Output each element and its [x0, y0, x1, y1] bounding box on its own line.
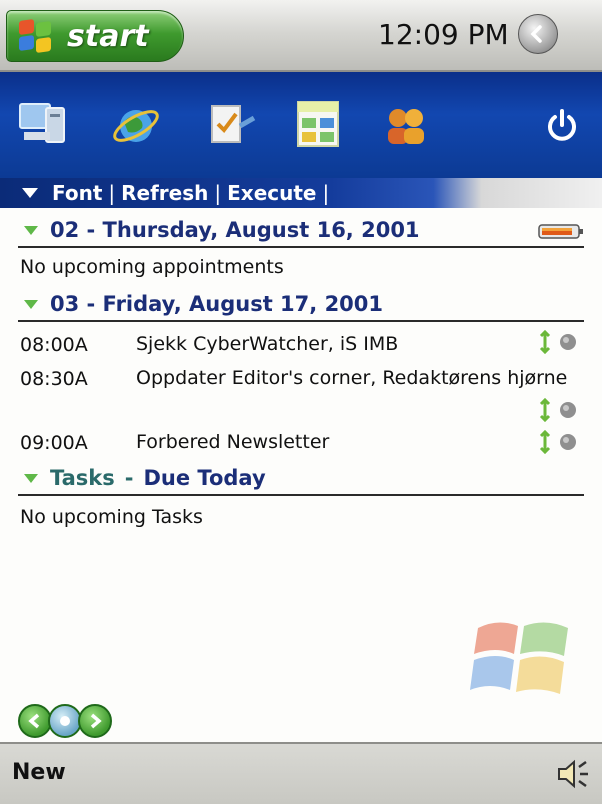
appointment-status-icons: [538, 330, 578, 354]
internet-explorer-icon[interactable]: [106, 94, 166, 154]
recurrence-icon: [539, 330, 551, 354]
recurrence-icon: [539, 398, 551, 422]
clock[interactable]: 12:09 PM: [378, 18, 509, 51]
menu-separator: |: [108, 181, 116, 205]
day-heading[interactable]: 03 - Friday, August 17, 2001: [18, 288, 584, 322]
tasks-heading[interactable]: Tasks - Due Today: [18, 462, 584, 496]
windows-logo-watermark-icon: [470, 622, 568, 694]
recurrence-icon: [539, 430, 551, 454]
menu-separator: |: [322, 181, 330, 205]
appointment-time[interactable]: 08:30A: [20, 368, 88, 390]
appointment-subject[interactable]: Oppdater Editor's corner, Redaktørens hj…: [136, 360, 576, 396]
power-icon[interactable]: [542, 105, 582, 145]
appointment-subject[interactable]: Sjekk CyberWatcher, iS IMB: [136, 326, 576, 362]
speaker-volume-icon[interactable]: [556, 758, 590, 790]
reminder-bell-icon: [560, 434, 576, 450]
taskbar: start 12:09 PM: [0, 0, 602, 72]
empty-appointments-text: No upcoming appointments: [20, 256, 284, 278]
navigation-controls: [18, 704, 112, 738]
menu-strip: Font | Refresh | Execute |: [0, 178, 602, 208]
new-button[interactable]: New: [12, 760, 66, 785]
tasks-heading-suffix: Due Today: [143, 466, 266, 490]
windows-flag-icon: [19, 18, 53, 54]
menu-execute[interactable]: Execute: [227, 181, 316, 205]
contacts-icon[interactable]: [376, 94, 436, 154]
tasks-heading-prefix: Tasks: [50, 466, 115, 490]
tasks-icon[interactable]: [200, 94, 260, 154]
menu-font[interactable]: Font: [52, 181, 102, 205]
calendar-icon[interactable]: [288, 94, 348, 154]
day-heading-text: 02 - Thursday, August 16, 2001: [50, 218, 420, 242]
back-arrow-icon[interactable]: [518, 14, 558, 54]
today-icon-band: [0, 72, 602, 178]
battery-icon[interactable]: [538, 222, 584, 240]
expand-arrow-icon[interactable]: [24, 299, 38, 309]
tasks-heading-separator: -: [124, 466, 134, 490]
appointment-status-icons: [538, 430, 578, 454]
previous-arrow-icon[interactable]: [18, 704, 52, 738]
computer-icon[interactable]: [14, 94, 74, 154]
day-heading[interactable]: 02 - Thursday, August 16, 2001: [18, 214, 584, 248]
next-arrow-icon[interactable]: [78, 704, 112, 738]
appointment-time[interactable]: 09:00A: [20, 432, 88, 454]
start-label: start: [67, 18, 149, 54]
reminder-bell-icon: [560, 402, 576, 418]
menu-separator: |: [214, 181, 222, 205]
appointment-status-icons: [538, 398, 578, 422]
empty-tasks-text: No upcoming Tasks: [20, 506, 203, 528]
appointment-time[interactable]: 08:00A: [20, 334, 88, 356]
appointment-subject[interactable]: Forbered Newsletter: [136, 424, 576, 460]
menu-refresh[interactable]: Refresh: [121, 181, 208, 205]
day-heading-text: 03 - Friday, August 17, 2001: [50, 292, 384, 316]
command-bar: New: [0, 742, 602, 804]
reminder-bell-icon: [560, 334, 576, 350]
home-icon[interactable]: [48, 704, 82, 738]
agenda-content: 02 - Thursday, August 16, 2001 No upcomi…: [0, 208, 602, 742]
expand-arrow-icon[interactable]: [24, 473, 38, 483]
menu-dropdown-icon[interactable]: [22, 188, 38, 198]
expand-arrow-icon[interactable]: [24, 225, 38, 235]
start-button[interactable]: start: [6, 10, 184, 62]
